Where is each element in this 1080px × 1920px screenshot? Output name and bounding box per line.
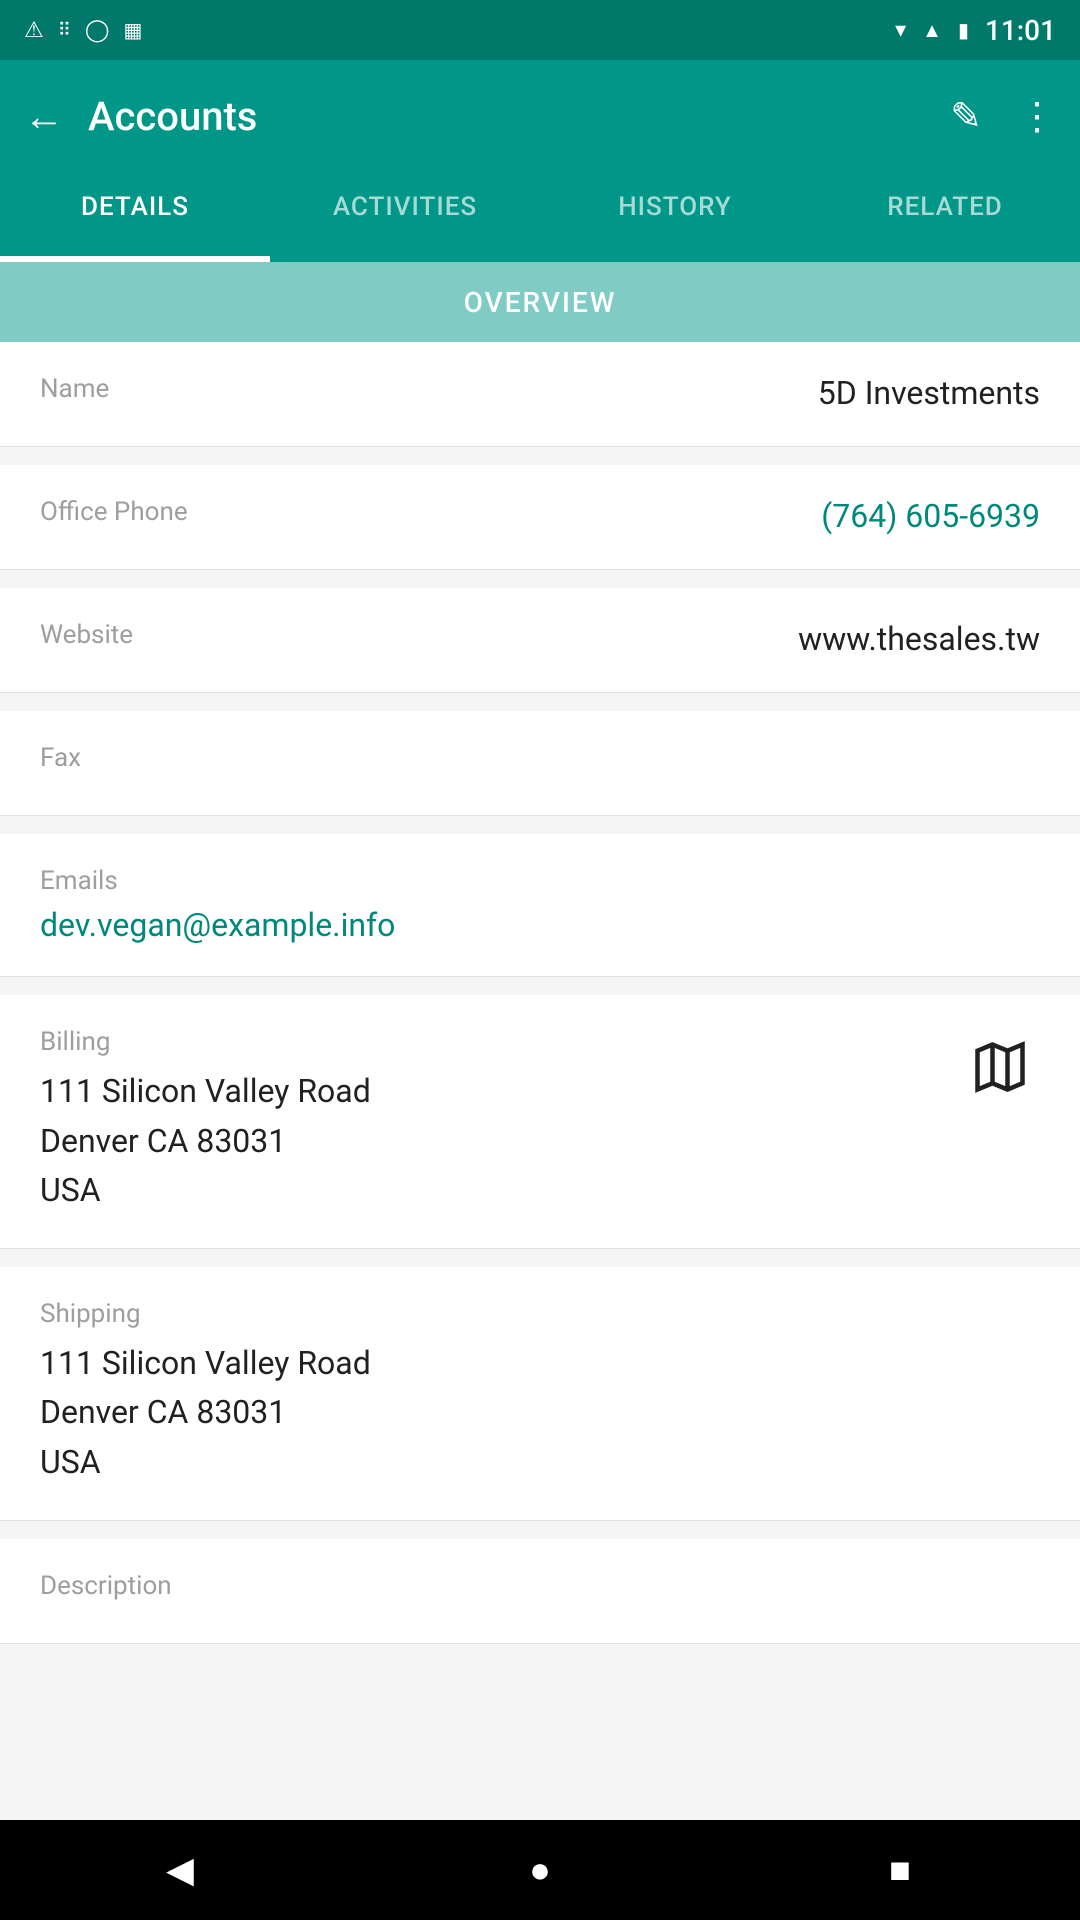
shipping-line3: USA [40, 1443, 101, 1481]
shipping-value: 111 Silicon Valley Road Denver CA 83031 … [40, 1339, 1040, 1488]
signal-icon: ▲ [922, 18, 942, 43]
office-phone-label: Office Phone [40, 497, 821, 527]
office-phone-field-row: Office Phone (764) 605-6939 [0, 465, 1080, 570]
overview-header: OVERVIEW [0, 262, 1080, 342]
app-bar: ← Accounts ✎ ⋮ [0, 60, 1080, 172]
billing-line1: 111 Silicon Valley Road [40, 1072, 371, 1110]
website-field-info: Website [40, 620, 798, 660]
billing-line2: Denver CA 83031 [40, 1122, 286, 1160]
shipping-label: Shipping [40, 1299, 1040, 1329]
billing-label: Billing [40, 1027, 960, 1057]
tab-details[interactable]: DETAILS [0, 172, 270, 262]
map-icon [970, 1037, 1030, 1097]
website-label: Website [40, 620, 798, 650]
tab-activities-label: ACTIVITIES [333, 192, 477, 242]
name-value-wrap: 5D Investments [818, 374, 1040, 412]
overview-label: OVERVIEW [464, 286, 617, 319]
shipping-line1: 111 Silicon Valley Road [40, 1344, 371, 1382]
tab-details-label: DETAILS [81, 192, 189, 242]
tab-history-label: HISTORY [618, 192, 732, 242]
name-field-info: Name [40, 374, 818, 414]
name-value: 5D Investments [818, 374, 1040, 412]
spacer-1 [0, 449, 1080, 465]
app-bar-actions: ✎ ⋮ [950, 94, 1056, 139]
tab-related-label: RELATED [887, 192, 1003, 242]
billing-map-wrap [960, 1027, 1040, 1107]
sim-icon: ▦ [124, 18, 143, 42]
tab-bar: DETAILS ACTIVITIES HISTORY RELATED [0, 172, 1080, 262]
dots-icon: ⠿ [58, 20, 71, 41]
billing-field-row: Billing 111 Silicon Valley Road Denver C… [0, 995, 1080, 1249]
content-area: Name 5D Investments Office Phone (764) 6… [0, 342, 1080, 1644]
nav-recent-icon: ■ [889, 1849, 911, 1891]
spacer-6 [0, 1251, 1080, 1267]
office-phone-field-info: Office Phone [40, 497, 821, 537]
billing-field-info: Billing 111 Silicon Valley Road Denver C… [40, 1027, 960, 1216]
website-value-wrap: www.thesales.tw [798, 620, 1040, 658]
name-field-row: Name 5D Investments [0, 342, 1080, 447]
edit-button[interactable]: ✎ [950, 94, 982, 139]
fax-label: Fax [40, 743, 1040, 773]
website-field-row: Website www.thesales.tw [0, 588, 1080, 693]
office-phone-value-wrap: (764) 605-6939 [821, 497, 1040, 535]
emails-field-row: Emails dev.vegan@example.info [0, 834, 1080, 977]
status-bar-right: ▾ ▲ ▮ 11:01 [895, 14, 1056, 47]
tab-history[interactable]: HISTORY [540, 172, 810, 262]
name-label: Name [40, 374, 818, 404]
circle-icon: ◯ [85, 18, 110, 43]
spacer-4 [0, 818, 1080, 834]
office-phone-value[interactable]: (764) 605-6939 [821, 497, 1040, 535]
nav-back-icon: ◀ [166, 1849, 194, 1891]
app-bar-title: Accounts [88, 93, 257, 140]
billing-value: 111 Silicon Valley Road Denver CA 83031 … [40, 1067, 960, 1216]
nav-home-icon: ● [529, 1849, 551, 1891]
fax-field-row: Fax [0, 711, 1080, 816]
status-bar-left: ⚠ ⠿ ◯ ▦ [24, 18, 142, 43]
status-time: 11:01 [985, 14, 1056, 47]
website-value[interactable]: www.thesales.tw [798, 620, 1040, 658]
nav-back-button[interactable]: ◀ [120, 1830, 240, 1910]
nav-home-button[interactable]: ● [480, 1830, 600, 1910]
status-bar: ⚠ ⠿ ◯ ▦ ▾ ▲ ▮ 11:01 [0, 0, 1080, 60]
description-field-row: Description [0, 1539, 1080, 1644]
billing-line3: USA [40, 1171, 101, 1209]
description-label: Description [40, 1571, 1040, 1601]
warning-icon: ⚠ [24, 18, 44, 43]
emails-value[interactable]: dev.vegan@example.info [40, 906, 395, 944]
emails-label: Emails [40, 866, 1040, 896]
tab-related[interactable]: RELATED [810, 172, 1080, 262]
spacer-5 [0, 979, 1080, 995]
nav-recent-button[interactable]: ■ [840, 1830, 960, 1910]
spacer-3 [0, 695, 1080, 711]
spacer-2 [0, 572, 1080, 588]
billing-map-button[interactable] [960, 1027, 1040, 1107]
shipping-field-row: Shipping 111 Silicon Valley Road Denver … [0, 1267, 1080, 1521]
shipping-line2: Denver CA 83031 [40, 1393, 286, 1431]
back-button[interactable]: ← [24, 93, 64, 140]
app-bar-left: ← Accounts [24, 93, 257, 140]
more-options-button[interactable]: ⋮ [1018, 94, 1056, 139]
wifi-icon: ▾ [895, 18, 906, 43]
bottom-nav-bar: ◀ ● ■ [0, 1820, 1080, 1920]
tab-activities[interactable]: ACTIVITIES [270, 172, 540, 262]
spacer-7 [0, 1523, 1080, 1539]
battery-icon: ▮ [958, 18, 969, 42]
